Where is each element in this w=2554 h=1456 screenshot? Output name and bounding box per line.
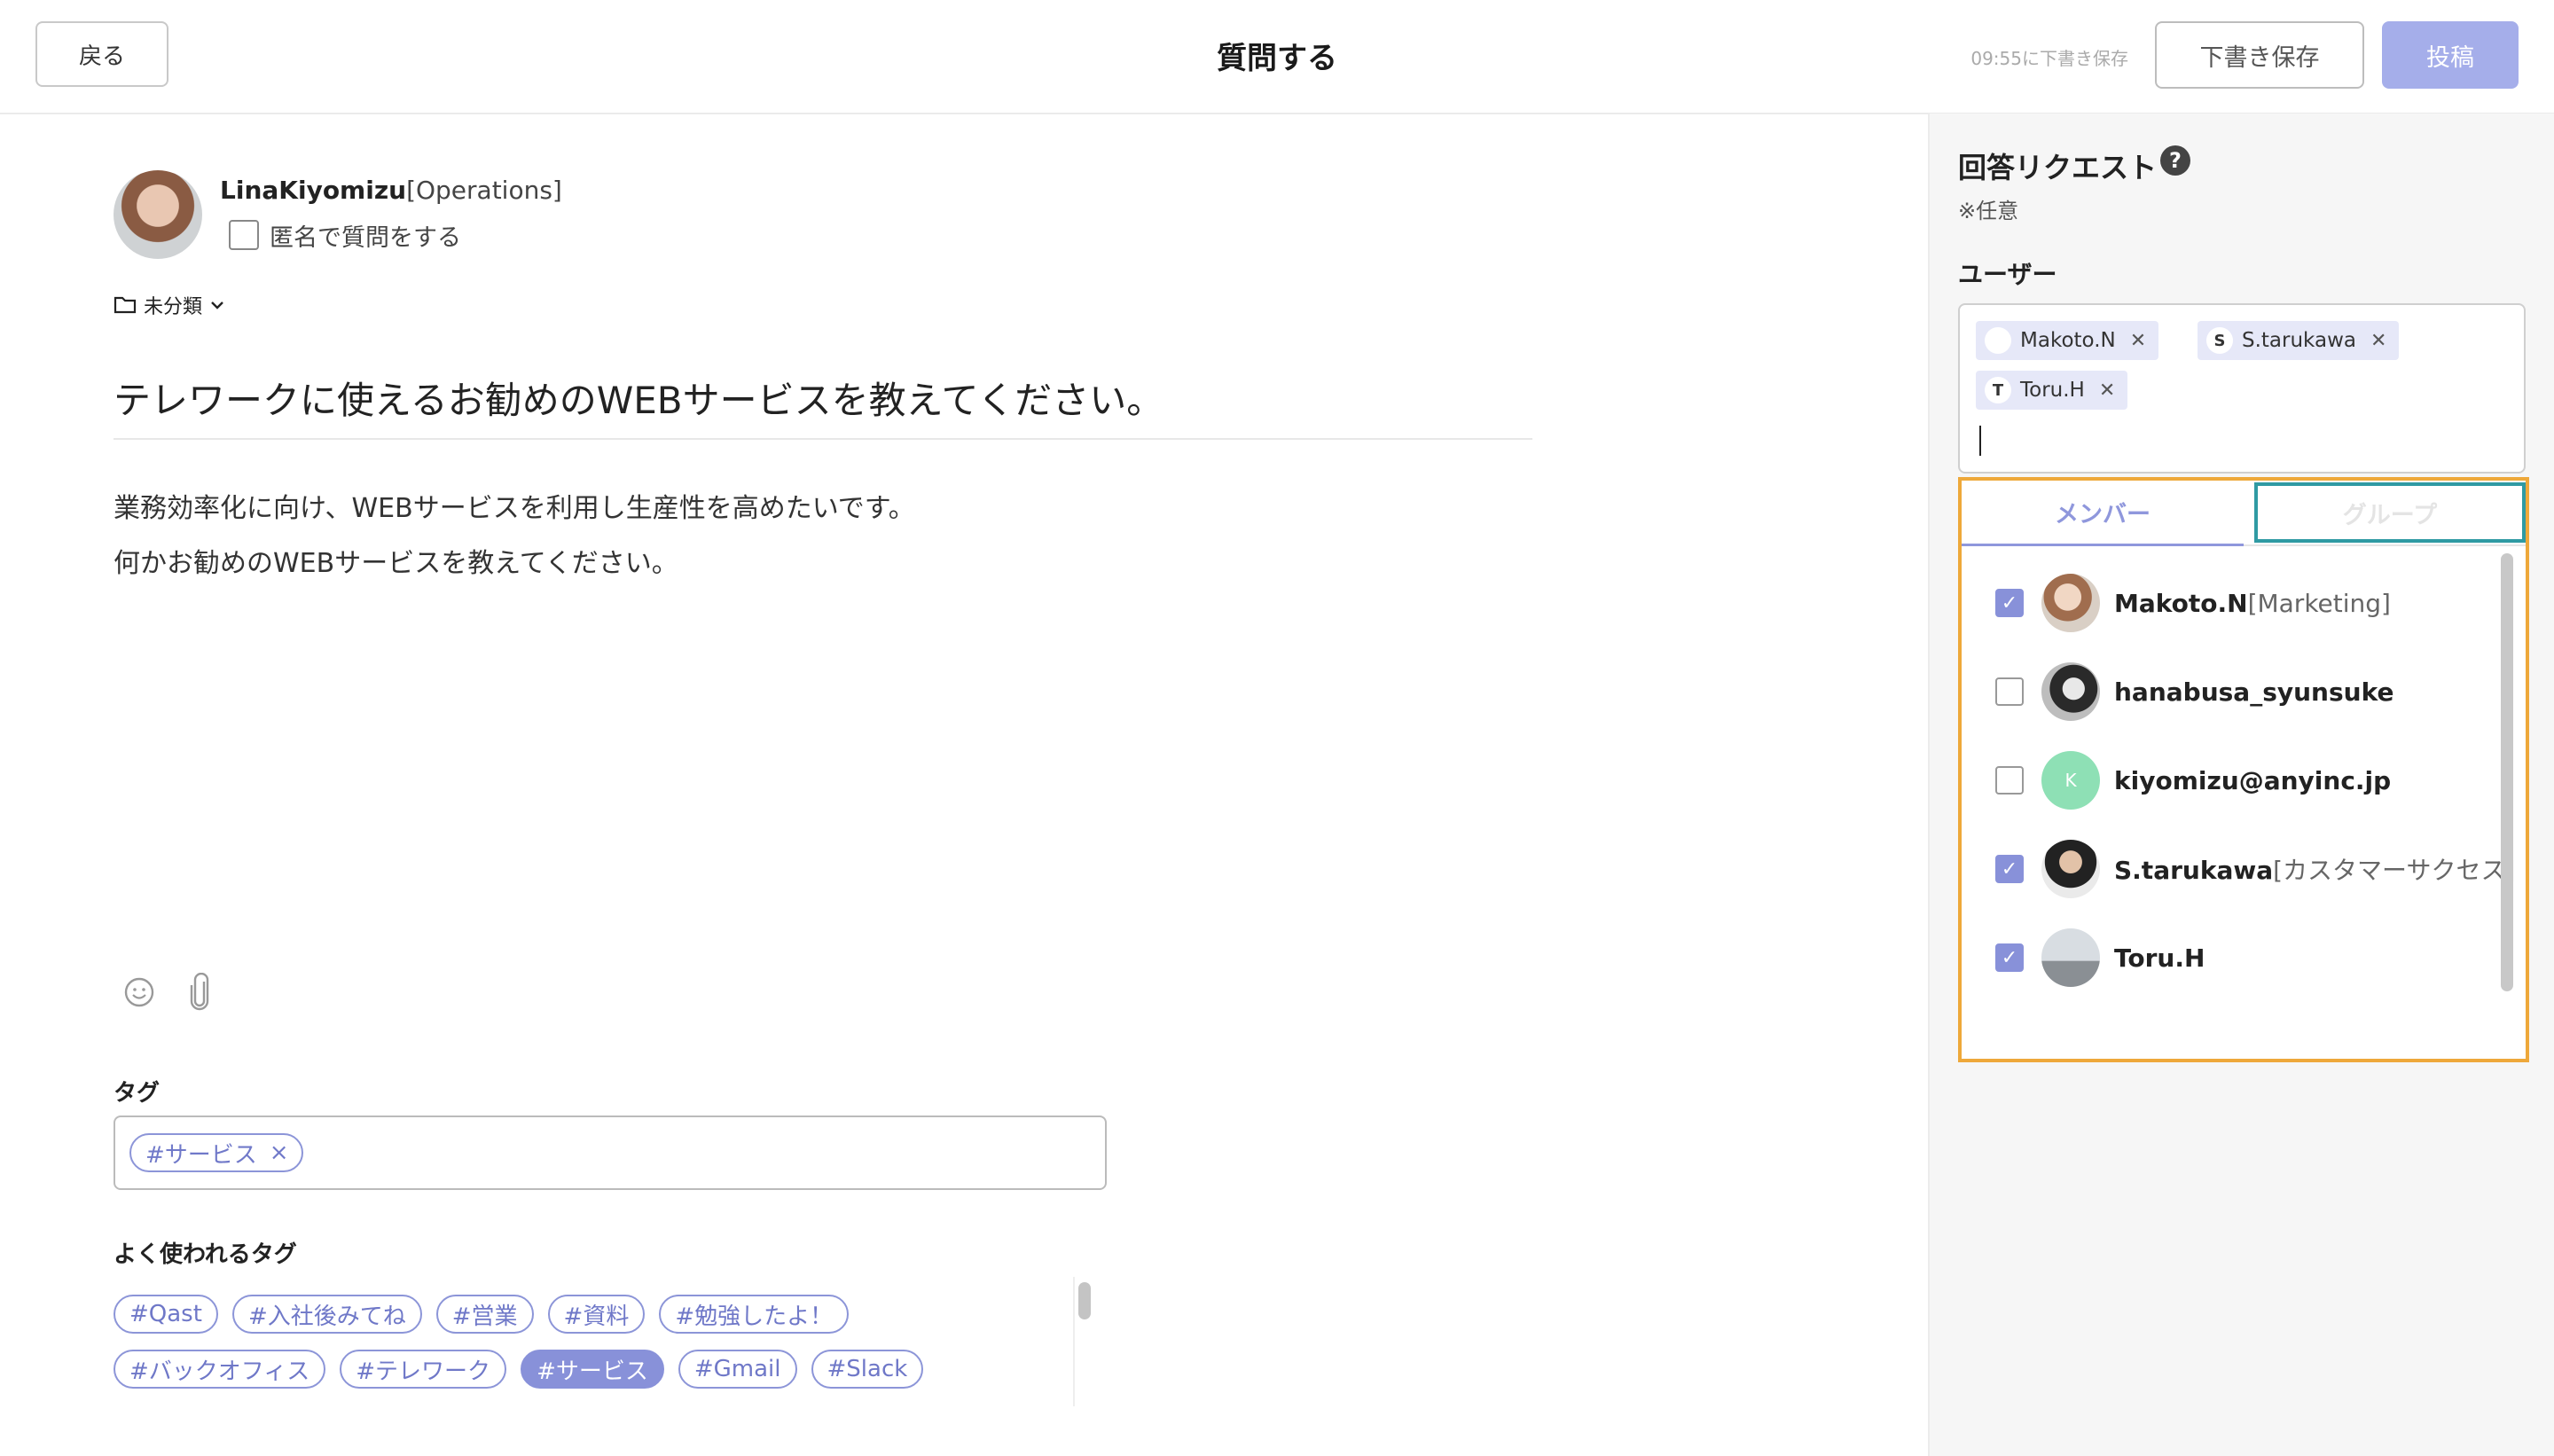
category-label: 未分類	[144, 296, 203, 318]
user-picker-dropdown: メンバー グループ ✓ Makoto.N[Marketing] hanabusa…	[1958, 477, 2529, 1062]
author-name-text: LinaKiyomizu	[220, 176, 407, 205]
avatar: T	[1985, 377, 2011, 403]
back-button[interactable]: 戻る	[35, 21, 168, 87]
member-dept: [Marketing]	[2247, 588, 2391, 618]
user-chip: S S.tarukawa ✕	[2198, 321, 2400, 360]
save-draft-button[interactable]: 下書き保存	[2155, 21, 2364, 89]
avatar: S	[2206, 327, 2233, 354]
chevron-down-icon	[209, 299, 225, 311]
author-name: LinaKiyomizu[Operations]	[220, 176, 562, 205]
member-dept: [カスタマーサクセス]	[2273, 856, 2516, 885]
avatar	[2041, 662, 2100, 721]
question-body-line-1[interactable]: 業務効率化に向け、WEBサービスを利用し生産性を高めたいです。	[114, 486, 915, 525]
member-list-scrollbar[interactable]	[2501, 553, 2513, 991]
close-icon[interactable]: ✕	[2370, 330, 2386, 352]
author-avatar	[114, 170, 202, 259]
close-icon[interactable]: ×	[270, 1139, 289, 1166]
member-checkbox[interactable]: ✓	[1995, 589, 2024, 617]
selected-tag-chip[interactable]: #サービス ×	[129, 1133, 303, 1172]
member-name: hanabusa_syunsuke	[2114, 677, 2393, 707]
anonymous-label: 匿名で質問をする	[270, 224, 461, 252]
frequent-tag[interactable]: #入社後みてね	[231, 1295, 422, 1334]
frequent-tag[interactable]: #営業	[435, 1295, 534, 1334]
tags-label: タグ	[114, 1080, 161, 1107]
member-row[interactable]: hanabusa_syunsuke	[1962, 647, 2494, 736]
users-input[interactable]: Makoto.N ✕ S S.tarukawa ✕ T Toru.H ✕	[1958, 303, 2526, 474]
frequent-tag-active[interactable]: #サービス	[521, 1350, 664, 1389]
member-name: Toru.H	[2114, 943, 2205, 973]
frequent-tags-list: #Qast #入社後みてね #営業 #資料 #勉強したよ！ #バックオフィス #…	[114, 1277, 1100, 1406]
avatar	[2041, 840, 2100, 898]
question-body-line-2[interactable]: 何かお勧めのWEBサービスを教えてください。	[114, 541, 678, 580]
user-chip-label: Makoto.N	[2020, 329, 2116, 352]
selected-tag-label: #サービス	[145, 1141, 257, 1169]
member-name-text: S.tarukawa	[2114, 856, 2274, 885]
frequent-tag[interactable]: #勉強したよ！	[659, 1295, 850, 1334]
member-name-text: Makoto.N	[2114, 588, 2248, 618]
tags-input[interactable]: #サービス ×	[114, 1115, 1107, 1190]
member-name: S.tarukawa[カスタマーサクセス]	[2114, 851, 2515, 887]
member-row[interactable]: ✓ Toru.H	[1962, 913, 2494, 1002]
member-checkbox[interactable]: ✓	[1995, 855, 2024, 883]
member-name: kiyomizu@anyinc.jp	[2114, 766, 2391, 795]
post-button[interactable]: 投稿	[2382, 21, 2519, 89]
user-chip-label: Toru.H	[2020, 379, 2085, 402]
user-chip: T Toru.H ✕	[1976, 371, 2128, 410]
member-checkbox[interactable]	[1995, 677, 2024, 706]
member-name-text: kiyomizu@anyinc.jp	[2114, 765, 2392, 795]
member-row[interactable]: ✓ Makoto.N[Marketing]	[1962, 559, 2494, 647]
text-caret	[1979, 426, 1981, 456]
tab-member[interactable]: メンバー	[1962, 481, 2244, 546]
avatar	[2041, 574, 2100, 632]
answer-request-title: 回答リクエスト	[1958, 151, 2158, 184]
frequent-tag[interactable]: #テレワーク	[340, 1350, 507, 1389]
member-name-text: Toru.H	[2114, 943, 2205, 973]
frequent-tag[interactable]: #資料	[547, 1295, 646, 1334]
draft-saved-status: 09:55に下書き保存	[1970, 48, 2128, 69]
close-icon[interactable]: ✕	[2099, 380, 2115, 402]
frequent-tags-scroll-track	[1073, 1277, 1075, 1406]
close-icon[interactable]: ✕	[2130, 330, 2146, 352]
member-row[interactable]: K kiyomizu@anyinc.jp	[1962, 736, 2494, 825]
emoji-icon[interactable]	[121, 974, 158, 1011]
user-chip-label: S.tarukawa	[2242, 329, 2356, 352]
member-name: Makoto.N[Marketing]	[2114, 589, 2391, 618]
frequent-tag[interactable]: #バックオフィス	[114, 1350, 326, 1389]
category-selector[interactable]: 未分類	[114, 291, 225, 319]
optional-note: ※任意	[1958, 199, 2019, 223]
frequent-tag[interactable]: #Gmail	[678, 1350, 797, 1389]
anonymous-checkbox[interactable]	[229, 220, 259, 250]
help-icon[interactable]: ?	[2160, 145, 2190, 176]
avatar	[1985, 327, 2011, 354]
avatar: K	[2041, 751, 2100, 810]
user-chip: Makoto.N ✕	[1976, 321, 2159, 360]
paperclip-icon[interactable]	[183, 970, 218, 1014]
avatar-initial: K	[2064, 770, 2077, 791]
member-name-text: hanabusa_syunsuke	[2114, 677, 2394, 707]
frequent-tags-label: よく使われるタグ	[114, 1241, 297, 1268]
member-checkbox[interactable]	[1995, 766, 2024, 795]
avatar	[2041, 928, 2100, 987]
tab-group[interactable]: グループ	[2254, 482, 2526, 543]
member-checkbox[interactable]: ✓	[1995, 943, 2024, 972]
frequent-tag[interactable]: #Slack	[811, 1350, 924, 1389]
frequent-tags-scrollbar[interactable]	[1078, 1282, 1091, 1319]
folder-icon	[114, 295, 137, 315]
frequent-tag[interactable]: #Qast	[114, 1295, 218, 1334]
tabs-divider	[2244, 544, 2526, 546]
member-row[interactable]: ✓ S.tarukawa[カスタマーサクセス]	[1962, 825, 2515, 913]
title-divider	[114, 438, 1532, 440]
users-label: ユーザー	[1958, 260, 2057, 289]
author-dept: [Operations]	[406, 176, 562, 205]
question-title-input[interactable]: テレワークに使えるお勧めのWEBサービスを教えてください。	[114, 371, 1163, 425]
